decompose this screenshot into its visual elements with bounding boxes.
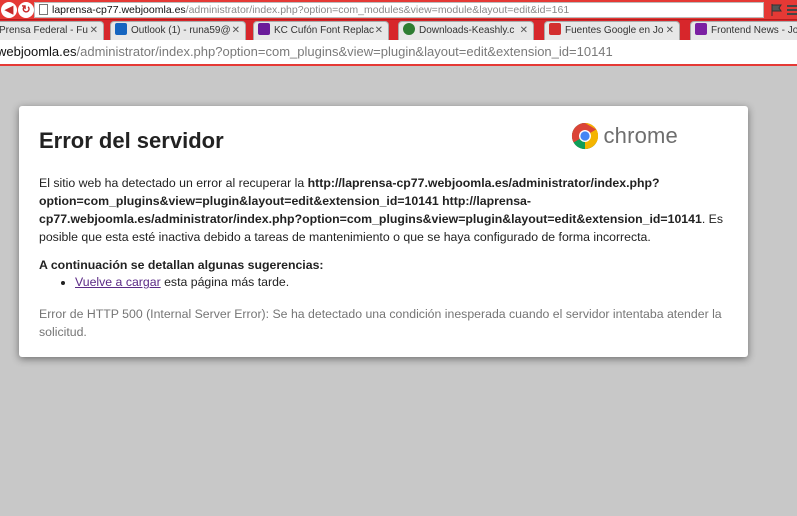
error-card: chrome Error del servidor El sitio web h… [19,106,748,357]
reload-text: esta página más tarde. [160,275,290,289]
suggestions-title: A continuación se detallan algunas suger… [39,258,324,272]
background-url-host: laprensa-cp77.webjoomla.es [52,4,186,16]
fuentes-icon [549,23,561,35]
tab-label: Prensa Federal - Fu [0,25,88,36]
tab-kc-cufon[interactable]: KC Cufón Font Replac ✕ [253,21,389,40]
tab-strip: Prensa Federal - Fu ✕ Outlook (1) - runa… [0,20,797,40]
error-intro: El sitio web ha detectado un error al re… [39,176,308,190]
flag-icon[interactable] [770,3,784,17]
reload-link[interactable]: Vuelve a cargar [75,275,161,289]
chrome-logo: chrome [571,122,678,150]
close-icon[interactable]: ✕ [232,22,240,39]
list-item: Vuelve a cargar esta página más tarde. [75,273,728,291]
suggestions-list: Vuelve a cargar esta página más tarde. [75,273,728,291]
close-icon[interactable]: ✕ [375,22,383,39]
address-host: webjoomla.es [0,44,77,59]
tab-frontend-news[interactable]: Frontend News - Jo [690,21,797,40]
menu-icon[interactable] [786,3,797,17]
background-url-field[interactable]: laprensa-cp77.webjoomla.es/administrator… [34,2,764,18]
http-error-message: Error de HTTP 500 (Internal Server Error… [39,307,722,339]
background-window-bar: ◀ ↻ laprensa-cp77.webjoomla.es/administr… [0,0,797,20]
close-icon[interactable]: ✕ [666,22,674,39]
back-icon[interactable]: ◀ [1,2,17,18]
kc-icon [258,23,270,35]
tab-label: Fuentes Google en Jo [565,25,664,36]
address-bar[interactable]: webjoomla.es/administrator/index.php?opt… [0,40,797,66]
close-icon[interactable]: ✕ [90,22,98,39]
address-path: /administrator/index.php?option=com_plug… [76,44,613,59]
close-icon[interactable]: ✕ [520,22,528,39]
error-description: El sitio web ha detectado un error al re… [39,174,728,246]
reload-icon[interactable]: ↻ [18,2,34,18]
tab-downloads[interactable]: Downloads-Keashly.c ✕ [398,21,534,40]
chrome-icon [572,122,599,150]
downloads-icon [403,23,415,35]
tab-label: KC Cufón Font Replac [274,25,375,36]
tab-label: Frontend News - Jo [711,25,797,36]
tab-outlook[interactable]: Outlook (1) - runa59@ ✕ [110,21,246,40]
chrome-wordmark: chrome [603,123,678,148]
background-url-path: /administrator/index.php?option=com_modu… [185,4,570,16]
outlook-icon [115,23,127,35]
tab-label: Outlook (1) - runa59@ [131,25,231,36]
tab-label: Downloads-Keashly.c [419,25,515,36]
frontend-news-icon [695,23,707,35]
tab-prensa-federal[interactable]: Prensa Federal - Fu ✕ [0,21,104,40]
tab-fuentes-google[interactable]: Fuentes Google en Jo ✕ [544,21,680,40]
page-icon [39,4,48,15]
